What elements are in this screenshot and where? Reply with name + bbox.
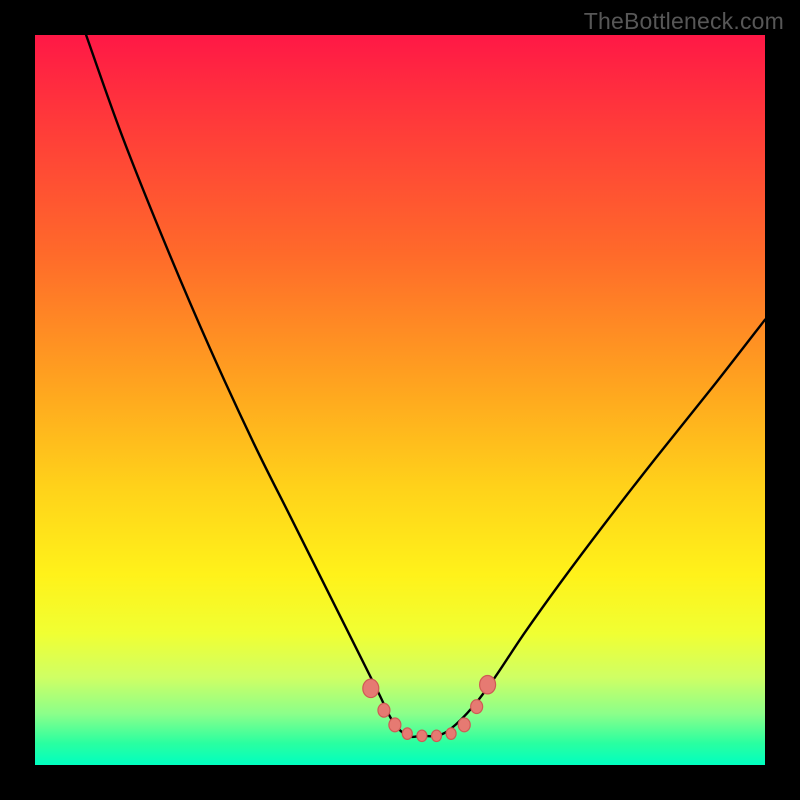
- watermark-text: TheBottleneck.com: [584, 8, 784, 35]
- plot-area: [35, 35, 765, 765]
- marker-group: [363, 676, 496, 742]
- bottleneck-curve: [86, 35, 765, 737]
- curve-marker: [389, 718, 401, 732]
- curve-marker: [471, 700, 483, 714]
- chart-frame: TheBottleneck.com: [0, 0, 800, 800]
- curve-marker: [378, 703, 390, 717]
- curve-svg: [35, 35, 765, 765]
- curve-marker: [363, 679, 379, 697]
- curve-marker: [402, 728, 412, 740]
- curve-marker: [480, 676, 496, 694]
- curve-marker: [432, 730, 442, 742]
- curve-marker: [417, 730, 427, 742]
- curve-marker: [458, 718, 470, 732]
- curve-marker: [446, 728, 456, 740]
